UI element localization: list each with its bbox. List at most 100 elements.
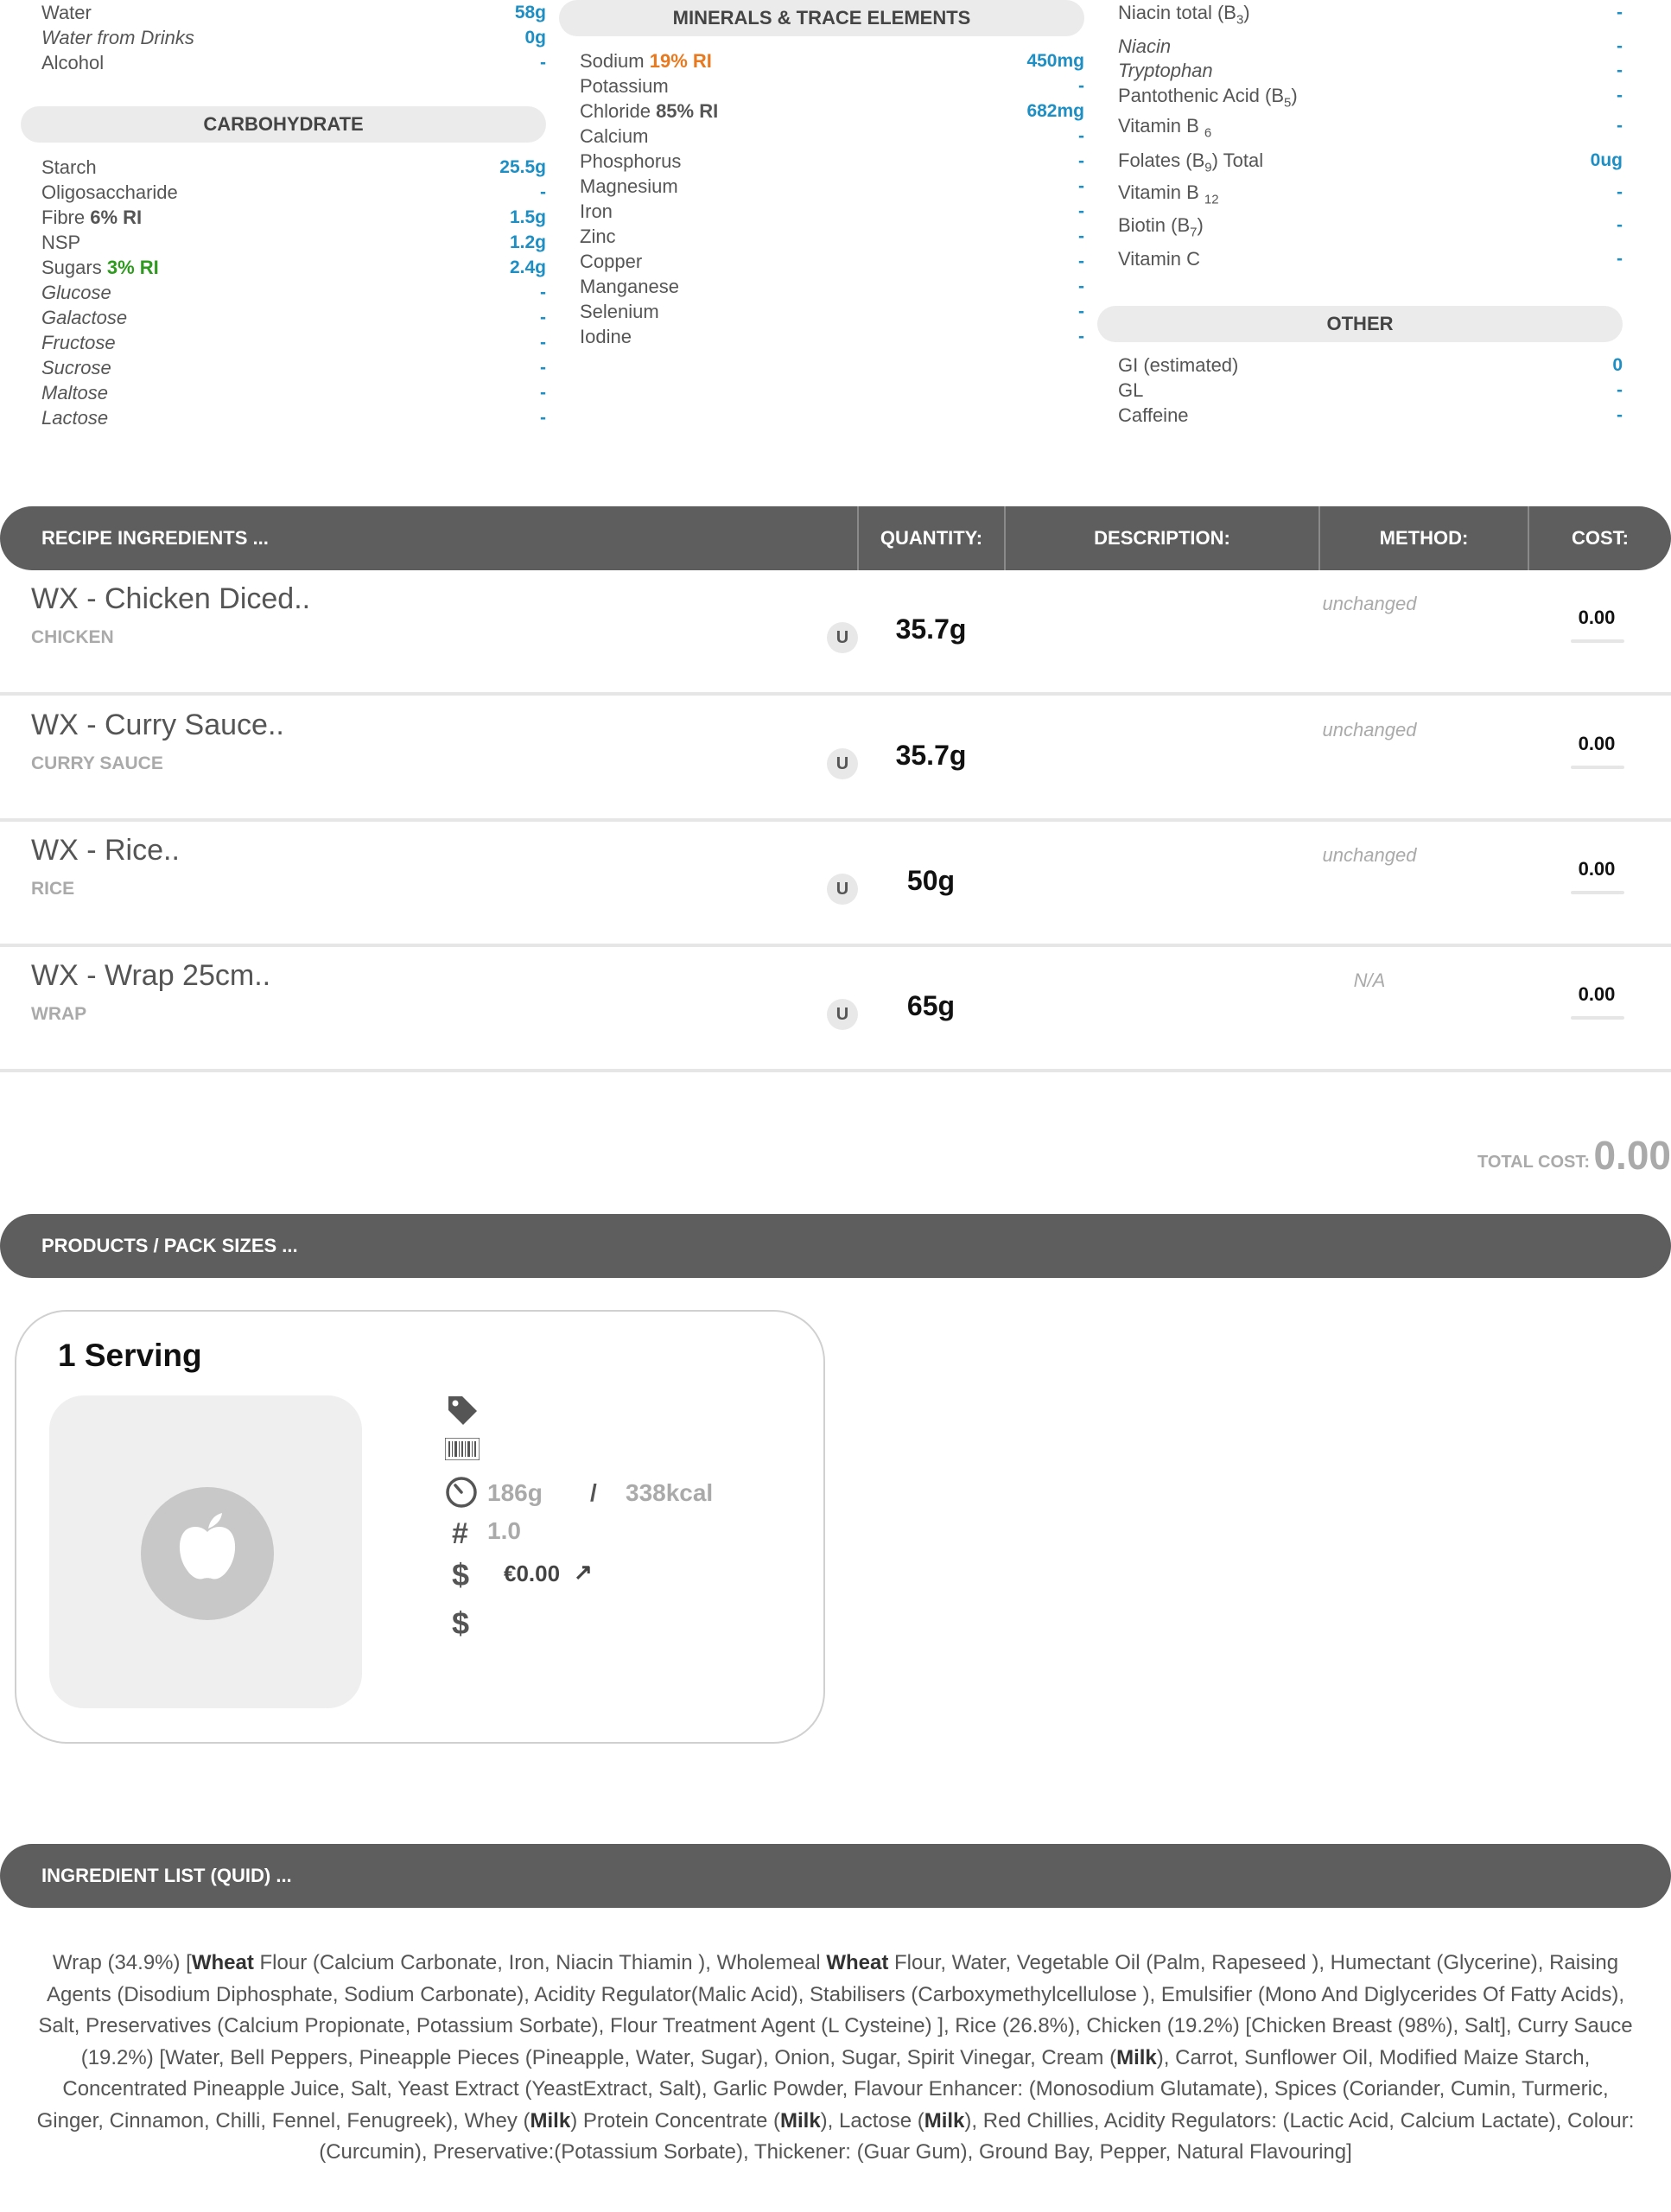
nutrient-row: GI (estimated) 0 [1097, 353, 1623, 378]
ri-percentage: 6% RI [90, 207, 143, 228]
nutrient-value: - [540, 408, 546, 428]
ingredient-method[interactable]: unchanged [1296, 593, 1443, 615]
col-description[interactable]: DESCRIPTION: [1004, 506, 1318, 570]
nutrient-subscript: 6 [1204, 125, 1212, 141]
table-row[interactable]: WX - Rice.. RICE U 50g unchanged 0.00 [0, 822, 1671, 947]
nutrient-row: Sodium 19% RI 450mg [559, 48, 1084, 73]
pack-weight: 186g [487, 1479, 543, 1506]
ri-percentage: 3% RI [106, 257, 159, 278]
nutrient-row: Sucrose - [21, 355, 546, 380]
unit-badge[interactable]: U [827, 999, 858, 1030]
allergen-highlight: Wheat [826, 1951, 889, 1974]
nutrient-label: Sucrose [41, 355, 111, 380]
nutrient-name: Zinc [580, 226, 616, 247]
nutrient-row: Potassium - [559, 73, 1084, 99]
ingredient-category: CHICKEN [31, 627, 114, 647]
nutrient-subscript: 9 [1204, 160, 1212, 175]
pack-size-title: 1 Serving [58, 1338, 202, 1373]
nutrient-label: Vitamin B 6 [1118, 113, 1211, 145]
nutrient-label: Starch [41, 155, 97, 180]
nutrient-label: Phosphorus [580, 149, 681, 174]
nutrient-value: 450mg [1026, 51, 1084, 71]
ingredient-cost[interactable]: 0.00 [1566, 607, 1628, 629]
nutrient-value: 1.5g [509, 207, 546, 227]
nutrient-name: Fibre [41, 207, 86, 228]
nutrient-value: - [540, 53, 546, 73]
nutrient-name: Water from Drinks [41, 27, 194, 48]
ingredient-method[interactable]: unchanged [1296, 844, 1443, 867]
col-quantity[interactable]: QUANTITY: [857, 506, 1004, 570]
nutrient-label: Pantothenic Acid (B5) [1118, 83, 1298, 115]
ingredient-quantity[interactable]: 50g [864, 865, 998, 897]
unit-badge[interactable]: U [827, 874, 858, 905]
nutrient-name: Lactose [41, 407, 109, 429]
allergen-highlight: Milk [530, 2108, 571, 2133]
nutrient-value: - [1617, 182, 1623, 202]
ingredient-method[interactable]: N/A [1296, 969, 1443, 992]
ingredient-name[interactable]: WX - Chicken Diced.. [31, 582, 310, 616]
nutrient-label: Water [41, 0, 92, 25]
nutrient-name: Vitamin C [1118, 248, 1200, 270]
ingredient-cost[interactable]: 0.00 [1566, 858, 1628, 880]
ingredient-cost[interactable]: 0.00 [1566, 733, 1628, 755]
ingredient-name[interactable]: WX - Curry Sauce.. [31, 709, 284, 742]
table-row[interactable]: WX - Chicken Diced.. CHICKEN U 35.7g unchang… [0, 570, 1671, 696]
nutrient-name: Iron [580, 200, 613, 222]
nutrient-value: - [540, 358, 546, 378]
nutrient-row: Calcium - [559, 124, 1084, 149]
ingredient-name[interactable]: WX - Wrap 25cm.. [31, 959, 270, 993]
nutrient-name-tail: ) [1243, 2, 1250, 23]
nutrient-value: - [540, 283, 546, 302]
nutrient-row: Biotin (B7) - [1097, 213, 1623, 240]
table-row[interactable]: WX - Wrap 25cm.. WRAP U 65g N/A 0.00 [0, 947, 1671, 1072]
cost-underline [1571, 766, 1624, 769]
ingredient-list-text: Wrap (34.9%) [Wheat Flour (Calcium Carbo… [35, 1948, 1636, 2169]
nutrient-value: - [1617, 116, 1623, 136]
nutrient-label: Potassium [580, 73, 669, 99]
ingredient-cost[interactable]: 0.00 [1566, 983, 1628, 1006]
nutrient-label: Folates (B9) Total [1118, 148, 1263, 180]
total-cost-value: 0.00 [1593, 1133, 1671, 1178]
quid-header: INGREDIENT LIST (QUID) ... [0, 1844, 1671, 1908]
ingredient-method[interactable]: unchanged [1296, 719, 1443, 741]
nutrient-value: - [1078, 76, 1084, 96]
nutrient-row: Magnesium - [559, 174, 1084, 199]
unit-badge[interactable]: U [827, 622, 858, 653]
nutrient-subscript: 7 [1190, 225, 1198, 240]
col-method[interactable]: METHOD: [1318, 506, 1528, 570]
allergen-highlight: Milk [924, 2108, 965, 2133]
nutrient-label: Iodine [580, 324, 632, 349]
nutrient-row: Vitamin B 12 - [1097, 180, 1623, 207]
price-dollar-icon: $ [452, 1557, 470, 1592]
nutrient-value: - [1617, 380, 1623, 400]
nutrient-value: - [540, 308, 546, 327]
nutrient-row: Vitamin C - [1097, 246, 1623, 271]
table-row[interactable]: WX - Curry Sauce.. CURRY SAUCE U 35.7g uncha… [0, 696, 1671, 822]
nutrient-label: Galactose [41, 305, 127, 330]
ingredient-name[interactable]: WX - Rice.. [31, 834, 180, 868]
cost-underline [1571, 1016, 1624, 1020]
nutrient-name: Vitamin B [1118, 115, 1204, 137]
nutrient-value: - [1078, 176, 1084, 196]
nutrient-row: Fibre 6% RI 1.5g [21, 205, 546, 230]
nutrient-row: NSP 1.2g [21, 230, 546, 255]
nutrient-row: Pantothenic Acid (B5) - [1097, 83, 1623, 110]
nutrient-label: Tryptophan [1118, 58, 1213, 83]
nutrient-row: Niacin total (B3) - [1097, 0, 1623, 27]
ingredient-quantity[interactable]: 35.7g [864, 740, 998, 772]
cost-underline [1571, 891, 1624, 894]
nutrient-name: Niacin total (B [1118, 2, 1236, 23]
unit-badge[interactable]: U [827, 748, 858, 779]
col-cost[interactable]: COST: [1528, 506, 1671, 570]
pack-size-card[interactable]: 1 Serving 186g / 338kcal # 1.0 $ €0.00 ↗… [15, 1310, 825, 1744]
product-image-placeholder[interactable] [49, 1395, 362, 1708]
nutrient-name: Potassium [580, 75, 669, 97]
pack-price: €0.00 [504, 1560, 561, 1586]
trend-arrow-icon[interactable]: ↗ [574, 1559, 593, 1586]
recipe-ingredients-title: RECIPE INGREDIENTS ... [41, 527, 269, 549]
ingredient-quantity[interactable]: 35.7g [864, 613, 998, 645]
nutrient-name: Sodium [580, 50, 645, 72]
nutrient-value: - [1617, 249, 1623, 269]
nutrient-label: Niacin [1118, 34, 1171, 59]
ingredient-quantity[interactable]: 65g [864, 990, 998, 1022]
